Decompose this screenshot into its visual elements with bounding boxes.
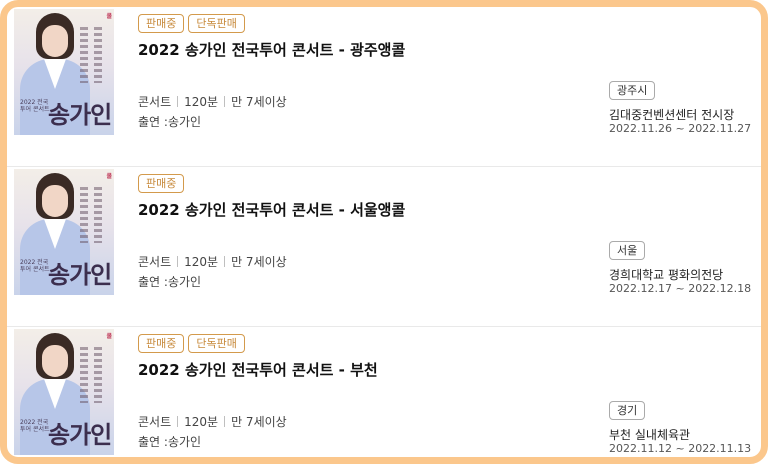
concert-meta: 콘서트 120분 만 7세이상 bbox=[138, 253, 287, 270]
poster-subtitle: 2022 전국투어 콘서트 bbox=[20, 419, 50, 433]
poster-figure-face bbox=[42, 185, 68, 217]
concert-title[interactable]: 2022 송가인 전국투어 콘서트 - 부천 bbox=[138, 359, 378, 380]
venue: 김대중컨벤션센터 전시장 bbox=[609, 108, 735, 122]
list-item[interactable]: 쿨 2022 전국투어 콘서트 송가인 판매중 단독판매 2022 송가인 전국… bbox=[7, 7, 761, 167]
genre: 콘서트 bbox=[138, 415, 172, 429]
poster-mark: 쿨 bbox=[106, 13, 112, 20]
poster-mark: 쿨 bbox=[106, 173, 112, 180]
status-badge-on-sale: 판매중 bbox=[138, 14, 185, 33]
divider bbox=[177, 96, 179, 107]
list-item[interactable]: 쿨 2022 전국투어 콘서트 송가인 판매중 단독판매 2022 송가인 전국… bbox=[7, 327, 761, 457]
status-badge-on-sale: 판매중 bbox=[138, 174, 185, 193]
divider bbox=[224, 96, 226, 107]
divider bbox=[177, 416, 179, 427]
date-range: 2022.11.26 ~ 2022.11.27 bbox=[609, 122, 752, 135]
poster-vertical-text bbox=[94, 187, 102, 243]
venue: 경희대학교 평화의전당 bbox=[609, 268, 724, 282]
venue: 부천 실내체육관 bbox=[609, 428, 691, 442]
cast: 출연 :송가인 bbox=[138, 275, 202, 289]
date-range: 2022.11.12 ~ 2022.11.13 bbox=[609, 442, 752, 455]
region-badge: 경기 bbox=[609, 401, 646, 420]
age-rating: 만 7세이상 bbox=[231, 95, 287, 109]
concert-title[interactable]: 2022 송가인 전국투어 콘서트 - 서울앵콜 bbox=[138, 199, 405, 220]
status-badges: 판매중 bbox=[138, 174, 185, 193]
status-badge-exclusive: 단독판매 bbox=[188, 14, 245, 33]
region-badge: 광주시 bbox=[609, 81, 656, 100]
poster-vertical-text bbox=[94, 27, 102, 83]
concert-meta: 콘서트 120분 만 7세이상 bbox=[138, 93, 287, 110]
duration: 120분 bbox=[184, 415, 219, 429]
poster-subtitle: 2022 전국투어 콘서트 bbox=[20, 99, 50, 113]
concert-list-frame: 쿨 2022 전국투어 콘서트 송가인 판매중 단독판매 2022 송가인 전국… bbox=[0, 0, 768, 464]
divider bbox=[224, 416, 226, 427]
genre: 콘서트 bbox=[138, 255, 172, 269]
status-badge-exclusive: 단독판매 bbox=[188, 334, 245, 353]
poster-vertical-text bbox=[80, 27, 88, 83]
status-badges: 판매중 단독판매 bbox=[138, 334, 245, 353]
genre: 콘서트 bbox=[138, 95, 172, 109]
poster-image[interactable]: 쿨 2022 전국투어 콘서트 송가인 bbox=[14, 329, 114, 455]
age-rating: 만 7세이상 bbox=[231, 415, 287, 429]
status-badge-on-sale: 판매중 bbox=[138, 334, 185, 353]
poster-title: 송가인 bbox=[48, 100, 112, 129]
region-badge: 서울 bbox=[609, 241, 646, 260]
divider bbox=[177, 256, 179, 267]
concert-meta: 콘서트 120분 만 7세이상 bbox=[138, 413, 287, 430]
list-item[interactable]: 쿨 2022 전국투어 콘서트 송가인 판매중 2022 송가인 전국투어 콘서… bbox=[7, 167, 761, 327]
cast: 출연 :송가인 bbox=[138, 115, 202, 129]
divider bbox=[224, 256, 226, 267]
duration: 120분 bbox=[184, 95, 219, 109]
poster-subtitle: 2022 전국투어 콘서트 bbox=[20, 259, 50, 273]
poster-title: 송가인 bbox=[48, 420, 112, 449]
status-badges: 판매중 단독판매 bbox=[138, 14, 245, 33]
poster-title: 송가인 bbox=[48, 260, 112, 289]
poster-vertical-text bbox=[80, 187, 88, 243]
poster-figure-face bbox=[42, 25, 68, 57]
poster-image[interactable]: 쿨 2022 전국투어 콘서트 송가인 bbox=[14, 169, 114, 295]
duration: 120분 bbox=[184, 255, 219, 269]
poster-mark: 쿨 bbox=[106, 333, 112, 340]
date-range: 2022.12.17 ~ 2022.12.18 bbox=[609, 282, 752, 295]
concert-list: 쿨 2022 전국투어 콘서트 송가인 판매중 단독판매 2022 송가인 전국… bbox=[7, 7, 761, 457]
concert-title[interactable]: 2022 송가인 전국투어 콘서트 - 광주앵콜 bbox=[138, 39, 405, 60]
poster-figure-face bbox=[42, 345, 68, 377]
cast: 출연 :송가인 bbox=[138, 435, 202, 449]
age-rating: 만 7세이상 bbox=[231, 255, 287, 269]
poster-vertical-text bbox=[80, 347, 88, 403]
poster-image[interactable]: 쿨 2022 전국투어 콘서트 송가인 bbox=[14, 9, 114, 135]
poster-vertical-text bbox=[94, 347, 102, 403]
